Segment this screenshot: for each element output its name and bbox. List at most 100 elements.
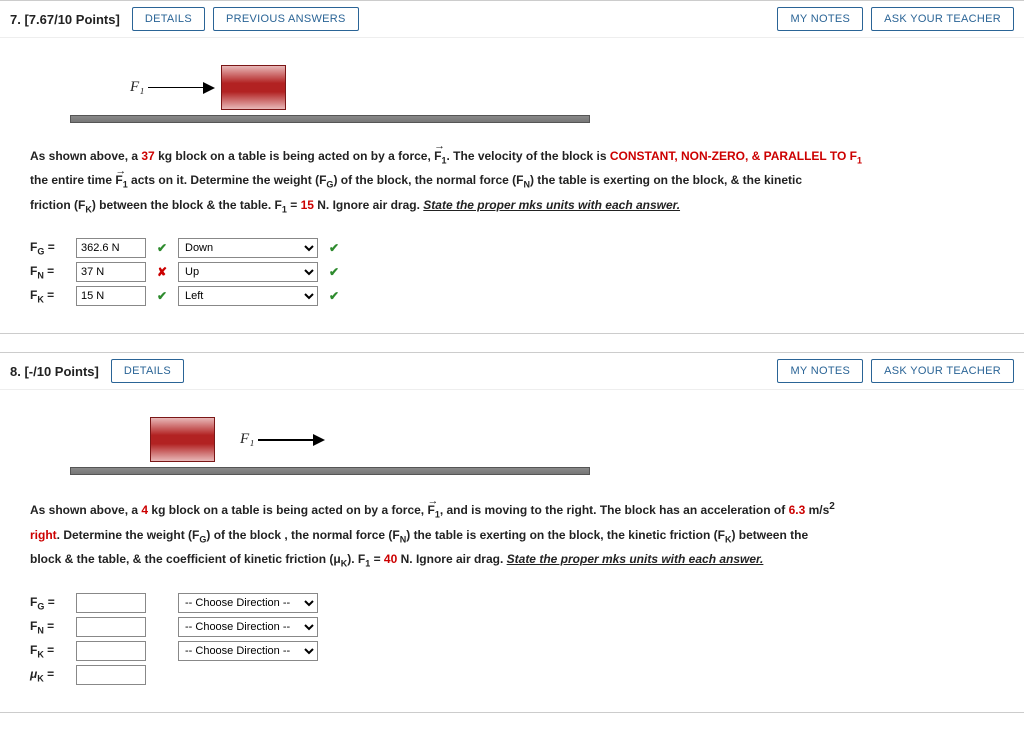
value-input[interactable] xyxy=(76,641,146,661)
my-notes-button[interactable]: MY NOTES xyxy=(777,359,863,383)
question-header: 7. [7.67/10 Points] DETAILS PREVIOUS ANS… xyxy=(0,1,1024,38)
direction-text: right xyxy=(30,528,57,542)
force-value: 40 xyxy=(384,552,397,566)
direction-select[interactable]: -- Choose Direction -- xyxy=(178,617,318,637)
question-header: 8. [-/10 Points] DETAILS MY NOTES ASK YO… xyxy=(0,353,1024,390)
direction-select[interactable]: Left xyxy=(178,286,318,306)
question-7: 7. [7.67/10 Points] DETAILS PREVIOUS ANS… xyxy=(0,0,1024,334)
text: block & the table, & the coefficient of … xyxy=(30,552,341,566)
direction-select[interactable]: -- Choose Direction -- xyxy=(178,593,318,613)
block-icon xyxy=(221,65,286,110)
my-notes-button[interactable]: MY NOTES xyxy=(777,7,863,31)
text: ) between the xyxy=(731,528,808,542)
spacer xyxy=(154,595,170,611)
text: ) of the block, the normal force (F xyxy=(333,173,523,187)
row-label: FG = xyxy=(30,595,68,611)
f1-symbol: F1 xyxy=(427,499,439,523)
check-icon: ✔ xyxy=(154,288,170,304)
answer-rows: FG = ✔ Down ✔ FN = ✘ Up ✔ FK = ✔ Left ✔ xyxy=(30,236,994,308)
spacer xyxy=(154,643,170,659)
text: N. Ignore air drag. xyxy=(397,552,506,566)
value-input[interactable] xyxy=(76,617,146,637)
row-label: FG = xyxy=(30,240,68,256)
force-arrow-line xyxy=(148,87,203,89)
answer-row-fg: FG = -- Choose Direction -- xyxy=(30,591,994,615)
text: kg block on a table is being acted on by… xyxy=(148,503,427,517)
figure: F₁ xyxy=(30,402,994,485)
block-icon xyxy=(150,417,215,462)
text: acts on it. Determine the weight (F xyxy=(128,173,327,187)
text: ) the table is exerting on the block, & … xyxy=(530,173,802,187)
text: friction (F xyxy=(30,198,85,212)
direction-select[interactable]: Up xyxy=(178,262,318,282)
force-label: F₁ xyxy=(240,431,254,448)
table-surface xyxy=(70,115,590,123)
text: N. Ignore air drag. xyxy=(314,198,423,212)
answer-row-fk: FK = -- Choose Direction -- xyxy=(30,639,994,663)
row-label: μK = xyxy=(30,667,68,683)
constant-text: CONSTANT, NON-ZERO, & PARALLEL TO F1 xyxy=(610,149,862,163)
row-label: FK = xyxy=(30,288,68,304)
text: m/s xyxy=(805,503,829,517)
force-arrow-head-icon xyxy=(313,434,325,446)
force-arrow-head-icon xyxy=(203,82,215,94)
row-label: FN = xyxy=(30,264,68,280)
mass-value: 37 xyxy=(141,149,154,163)
direction-select[interactable]: Down xyxy=(178,238,318,258)
question-8: 8. [-/10 Points] DETAILS MY NOTES ASK YO… xyxy=(0,352,1024,712)
force-value: 15 xyxy=(301,198,314,212)
value-input[interactable] xyxy=(76,665,146,685)
details-button[interactable]: DETAILS xyxy=(132,7,205,31)
text: kg block on a table is being acted on by… xyxy=(155,149,434,163)
direction-select[interactable]: -- Choose Direction -- xyxy=(178,641,318,661)
x-icon: ✘ xyxy=(154,264,170,280)
question-body: F₁ As shown above, a 4 kg block on a tab… xyxy=(0,390,1024,711)
value-input[interactable] xyxy=(76,238,146,258)
question-number-points: 7. [7.67/10 Points] xyxy=(10,12,124,27)
text: the entire time xyxy=(30,173,115,187)
answer-row-muk: μK = xyxy=(30,663,994,687)
value-input[interactable] xyxy=(76,593,146,613)
text: ) the table is exerting on the block, th… xyxy=(406,528,725,542)
answer-row-fg: FG = ✔ Down ✔ xyxy=(30,236,994,260)
figure: F₁ xyxy=(30,50,994,133)
text: . The velocity of the block is xyxy=(447,149,610,163)
text: ) of the block , the normal force (F xyxy=(206,528,399,542)
problem-text: As shown above, a 4 kg block on a table … xyxy=(30,497,994,572)
spacer xyxy=(154,619,170,635)
check-icon: ✔ xyxy=(154,240,170,256)
check-icon: ✔ xyxy=(326,288,342,304)
problem-text: As shown above, a 37 kg block on a table… xyxy=(30,145,994,218)
force-label: F₁ xyxy=(130,79,144,96)
text: ) between the block & the table. F xyxy=(92,198,282,212)
state-units: State the proper mks units with each ans… xyxy=(507,552,764,566)
answer-row-fn: FN = -- Choose Direction -- xyxy=(30,615,994,639)
details-button[interactable]: DETAILS xyxy=(111,359,184,383)
question-number-points: 8. [-/10 Points] xyxy=(10,364,103,379)
question-body: F₁ As shown above, a 37 kg block on a ta… xyxy=(0,38,1024,333)
value-input[interactable] xyxy=(76,286,146,306)
previous-answers-button[interactable]: PREVIOUS ANSWERS xyxy=(213,7,359,31)
state-units: State the proper mks units with each ans… xyxy=(423,198,680,212)
answer-row-fn: FN = ✘ Up ✔ xyxy=(30,260,994,284)
acc-value: 6.3 xyxy=(789,503,806,517)
answer-rows: FG = -- Choose Direction -- FN = -- Choo… xyxy=(30,591,994,687)
f1-symbol: F1 xyxy=(434,145,446,169)
ask-teacher-button[interactable]: ASK YOUR TEACHER xyxy=(871,359,1014,383)
check-icon: ✔ xyxy=(326,240,342,256)
f1-symbol: F1 xyxy=(115,169,127,193)
ask-teacher-button[interactable]: ASK YOUR TEACHER xyxy=(871,7,1014,31)
answer-row-fk: FK = ✔ Left ✔ xyxy=(30,284,994,308)
text: ). F xyxy=(347,552,365,566)
text: As shown above, a xyxy=(30,503,141,517)
row-label: FK = xyxy=(30,643,68,659)
text: = xyxy=(287,198,301,212)
table-surface xyxy=(70,467,590,475)
force-arrow-line xyxy=(258,439,313,441)
row-label: FN = xyxy=(30,619,68,635)
check-icon: ✔ xyxy=(326,264,342,280)
text: = xyxy=(370,552,384,566)
text: . Determine the weight (F xyxy=(57,528,200,542)
value-input[interactable] xyxy=(76,262,146,282)
text: , and is moving to the right. The block … xyxy=(440,503,789,517)
